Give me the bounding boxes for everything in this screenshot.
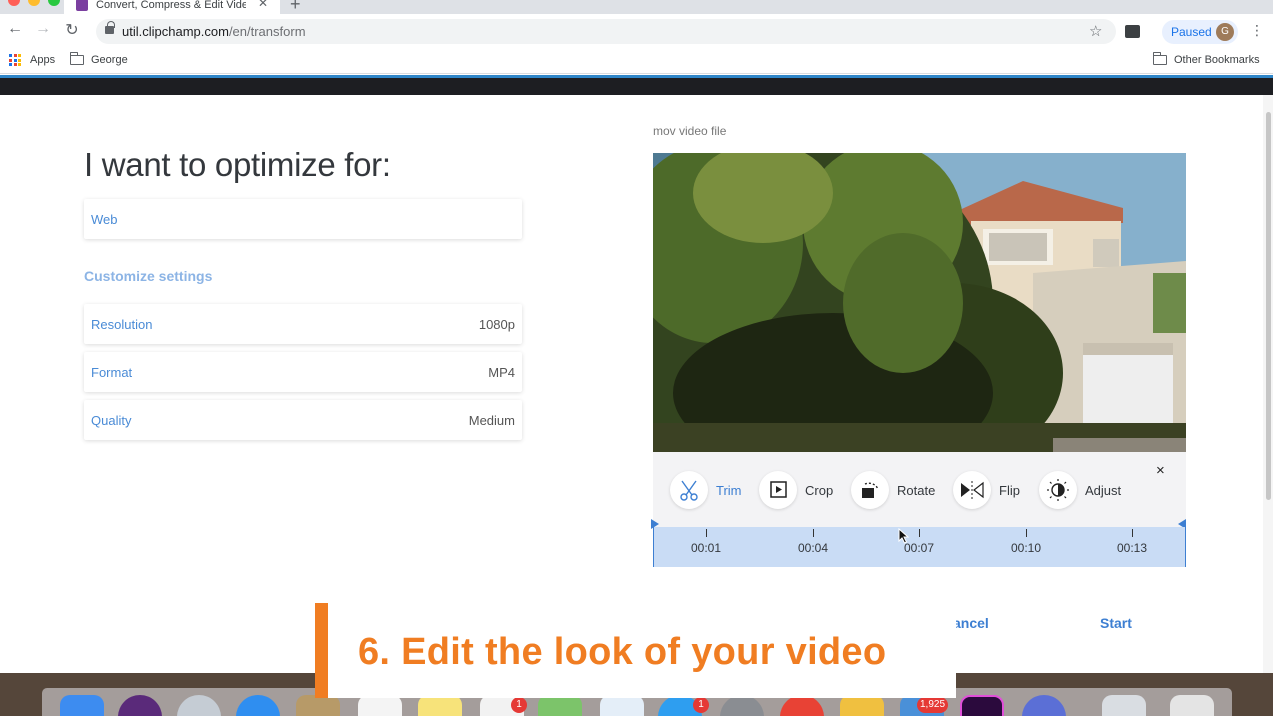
format-setting[interactable]: Format MP4 bbox=[84, 352, 522, 392]
tool-label: Trim bbox=[716, 483, 742, 498]
timeline-label: 00:10 bbox=[1010, 541, 1042, 555]
folder-icon bbox=[1152, 52, 1167, 65]
quality-setting[interactable]: Quality Medium bbox=[84, 400, 522, 440]
tool-label: Flip bbox=[999, 483, 1020, 498]
resolution-setting[interactable]: Resolution 1080p bbox=[84, 304, 522, 344]
setting-value: MP4 bbox=[488, 365, 515, 380]
setting-label: Resolution bbox=[91, 317, 153, 332]
site-header bbox=[0, 78, 1273, 95]
adjust-icon bbox=[1039, 471, 1077, 509]
photos-icon[interactable] bbox=[600, 695, 644, 716]
mouse-pointer-icon bbox=[898, 528, 910, 544]
maps-icon[interactable] bbox=[538, 695, 582, 716]
extension-icon[interactable] bbox=[1125, 25, 1140, 38]
notification-badge: 1 bbox=[511, 697, 527, 713]
avatar: G bbox=[1216, 23, 1234, 41]
trash-icon[interactable] bbox=[1170, 695, 1214, 716]
trim-timeline[interactable]: 00:01 00:04 00:07 00:10 00:13 bbox=[653, 527, 1186, 567]
caption-text: 6. Edit the look of your video bbox=[358, 631, 887, 673]
setting-label: Quality bbox=[91, 413, 132, 428]
optimize-for-select[interactable]: Web bbox=[84, 199, 522, 239]
cancel-button[interactable]: ancel bbox=[953, 615, 989, 631]
tab-close-icon[interactable]: ✕ bbox=[258, 0, 268, 10]
new-tab-icon[interactable]: + bbox=[290, 0, 301, 14]
scrollbar-thumb[interactable] bbox=[1266, 112, 1271, 500]
forward-arrow-icon[interactable]: → bbox=[33, 20, 53, 38]
menu-kebab-icon[interactable]: ⋮ bbox=[1250, 22, 1264, 39]
profile-chip[interactable]: Paused G bbox=[1162, 20, 1238, 44]
timeline-label: 00:04 bbox=[797, 541, 829, 555]
customize-settings-heading[interactable]: Customize settings bbox=[84, 268, 212, 284]
bookmark-star-icon[interactable]: ☆ bbox=[1089, 22, 1102, 40]
bookmark-apps[interactable]: Apps bbox=[30, 54, 55, 66]
lock-icon bbox=[105, 21, 115, 34]
profile-status: Paused bbox=[1171, 25, 1212, 39]
calendar-icon[interactable] bbox=[358, 695, 402, 716]
rotate-icon bbox=[851, 471, 889, 509]
notes-icon[interactable] bbox=[418, 695, 462, 716]
reload-icon[interactable]: ↻ bbox=[62, 20, 82, 40]
downloads-stack-icon[interactable] bbox=[1102, 695, 1146, 716]
contacts-icon[interactable] bbox=[296, 695, 340, 716]
timeline-label: 00:13 bbox=[1116, 541, 1148, 555]
folder-icon bbox=[69, 52, 84, 65]
browser-tab[interactable]: Convert, Compress & Edit Video ✕ bbox=[64, 0, 280, 14]
finder-icon[interactable] bbox=[60, 695, 104, 716]
tool-label: Rotate bbox=[897, 483, 936, 498]
flip-icon bbox=[953, 471, 991, 509]
url-text: util.clipchamp.com/en/transform bbox=[122, 24, 306, 39]
page-title: I want to optimize for: bbox=[84, 146, 391, 183]
bookmark-folder-george[interactable]: George bbox=[91, 54, 128, 66]
bookmark-other[interactable]: Other Bookmarks bbox=[1174, 54, 1260, 66]
video-preview[interactable] bbox=[653, 153, 1186, 452]
back-arrow-icon[interactable]: ← bbox=[5, 20, 25, 38]
file-type-label: mov video file bbox=[653, 124, 727, 138]
window-close-button[interactable] bbox=[8, 0, 20, 6]
scissors-icon bbox=[670, 471, 708, 509]
browser-toolbar: ← → ↻ util.clipchamp.com/en/transform ☆ … bbox=[0, 14, 1273, 48]
premiere-pro-icon[interactable] bbox=[960, 695, 1004, 716]
browser-tab-strip: Convert, Compress & Edit Video ✕ + bbox=[0, 0, 1273, 14]
window-minimize-button[interactable] bbox=[28, 0, 40, 6]
timeline-label: 00:01 bbox=[690, 541, 722, 555]
timeline-tick bbox=[813, 529, 814, 537]
setting-value: Medium bbox=[468, 413, 515, 428]
window-zoom-button[interactable] bbox=[48, 0, 60, 6]
clipchamp-favicon-icon bbox=[76, 0, 88, 11]
bookmarks-bar: Apps George Other Bookmarks bbox=[0, 48, 1273, 74]
caption-accent-bar bbox=[315, 603, 328, 698]
apps-grid-icon[interactable] bbox=[9, 54, 21, 66]
notification-badge: 1,925 bbox=[917, 697, 949, 713]
tab-title: Convert, Compress & Edit Video bbox=[96, 0, 246, 11]
crop-icon bbox=[759, 471, 797, 509]
timeline-tick bbox=[706, 529, 707, 537]
start-button[interactable]: Start bbox=[1100, 615, 1132, 631]
notification-badge: 1 bbox=[693, 697, 709, 713]
screen: Convert, Compress & Edit Video ✕ + ← → ↻… bbox=[0, 0, 1273, 716]
address-bar[interactable]: util.clipchamp.com/en/transform bbox=[96, 19, 1116, 44]
setting-label: Format bbox=[91, 365, 133, 380]
optimize-for-value: Web bbox=[91, 212, 118, 227]
setting-value: 1080p bbox=[478, 317, 515, 332]
tool-label: Adjust bbox=[1085, 483, 1122, 498]
preview-icon[interactable] bbox=[840, 695, 884, 716]
timeline-tick bbox=[1026, 529, 1027, 537]
tutorial-caption-overlay: 6. Edit the look of your video bbox=[315, 603, 956, 698]
timeline-tick bbox=[1132, 529, 1133, 537]
close-edit-icon[interactable]: × bbox=[1156, 462, 1165, 479]
timeline-tick bbox=[919, 529, 920, 537]
tool-label: Crop bbox=[805, 483, 834, 498]
